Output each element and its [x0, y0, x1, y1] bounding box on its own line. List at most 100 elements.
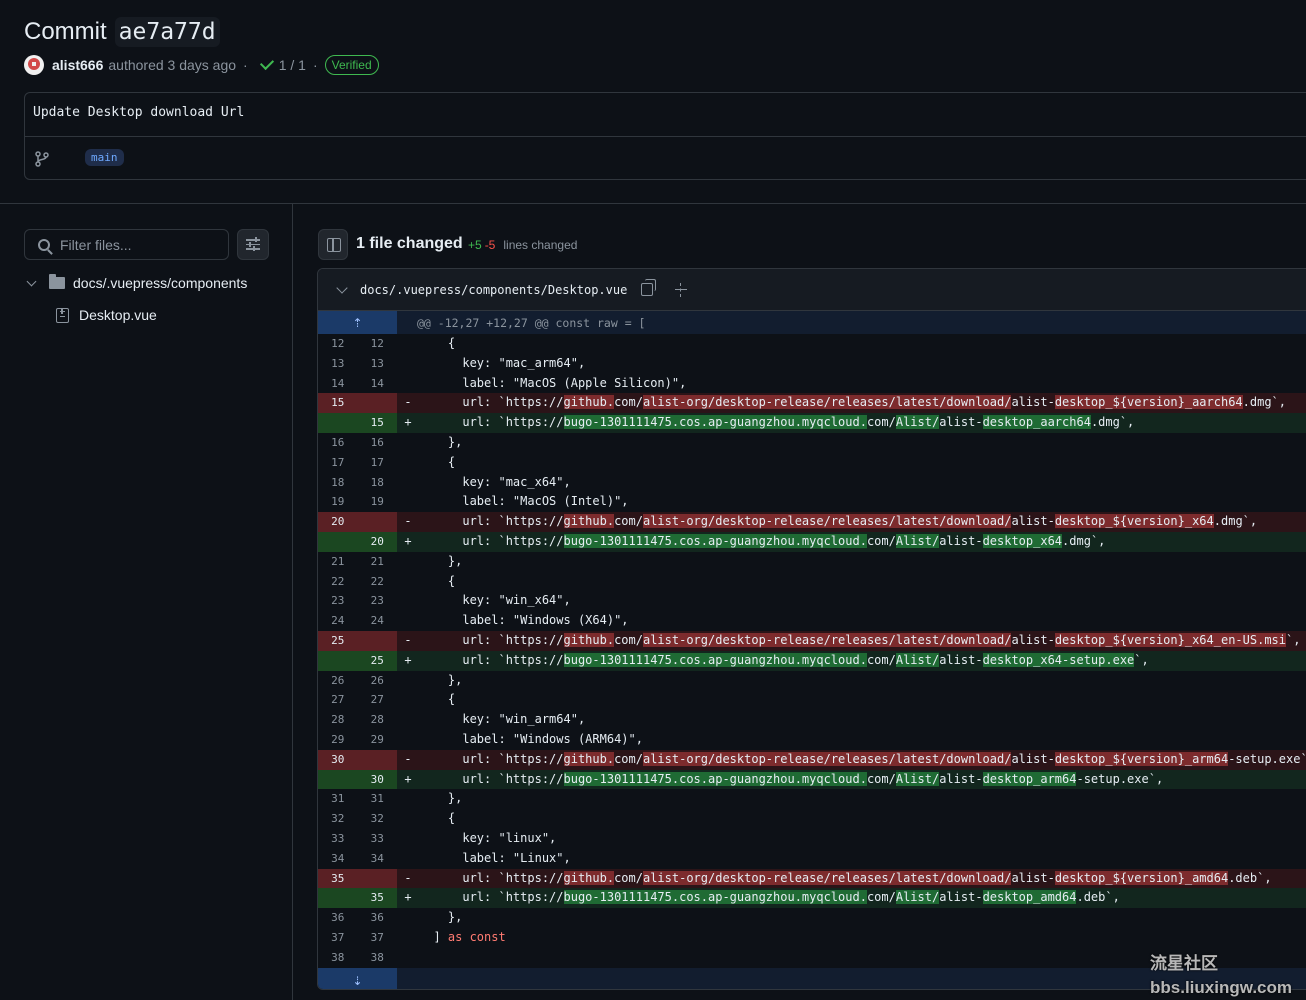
avatar[interactable]	[24, 55, 44, 75]
deleted-line[interactable]: 20 - url: `https://github.com/alist-org/d…	[318, 512, 1306, 532]
old-line-number[interactable]	[318, 650, 358, 671]
old-line-number[interactable]	[318, 531, 358, 552]
added-line[interactable]: 20 + url: `https://bugo-1301111475.cos.ap…	[318, 531, 1306, 552]
old-line-number[interactable]: 33	[318, 829, 358, 849]
new-line-number[interactable]: 30	[357, 769, 397, 790]
new-line-number[interactable]: 27	[358, 690, 398, 710]
deleted-line[interactable]: 35 - url: `https://github.com/alist-org/d…	[318, 868, 1306, 889]
expand-up-icon[interactable]: ⇡	[318, 311, 397, 334]
new-line-number[interactable]: 38	[358, 948, 398, 968]
old-line-number[interactable]	[318, 413, 358, 433]
new-line-number[interactable]: 23	[358, 591, 398, 611]
new-line-number[interactable]: 34	[358, 849, 398, 869]
new-line-number[interactable]: 24	[358, 611, 398, 631]
new-line-number[interactable]: 35	[357, 888, 397, 909]
context-line[interactable]: 13 13 key: "mac_arm64",	[318, 354, 1306, 374]
new-line-number[interactable]: 17	[358, 453, 398, 473]
new-line-number[interactable]: 19	[358, 492, 398, 512]
context-line[interactable]: 26 26 },	[318, 671, 1306, 691]
new-line-number[interactable]	[357, 393, 397, 414]
context-line[interactable]: 32 32 {	[318, 809, 1306, 829]
old-line-number[interactable]: 25	[318, 630, 358, 651]
added-line[interactable]: 35 + url: `https://bugo-1301111475.cos.ap…	[318, 888, 1306, 909]
old-line-number[interactable]: 38	[318, 948, 358, 968]
old-line-number[interactable]: 30	[318, 749, 358, 770]
context-line[interactable]: 36 36 },	[318, 908, 1306, 928]
expand-all-icon[interactable]	[675, 282, 688, 297]
added-line[interactable]: 25 + url: `https://bugo-1301111475.cos.ap…	[318, 650, 1306, 671]
old-line-number[interactable]: 35	[318, 868, 358, 889]
toggle-file-tree-button[interactable]	[318, 229, 348, 260]
new-line-number[interactable]: 21	[358, 552, 398, 572]
new-line-number[interactable]: 36	[358, 908, 398, 928]
context-line[interactable]: 33 33 key: "linux",	[318, 829, 1306, 849]
checks-count[interactable]: 1 / 1	[279, 57, 306, 73]
new-line-number[interactable]: 25	[357, 650, 397, 671]
file-tree-item[interactable]: Desktop.vue	[56, 304, 157, 326]
commit-sha[interactable]: ae7a77d	[114, 17, 220, 47]
context-line[interactable]: 27 27 {	[318, 690, 1306, 710]
context-line[interactable]: 21 21 },	[318, 552, 1306, 572]
new-line-number[interactable]: 18	[358, 473, 398, 493]
deleted-line[interactable]: 25 - url: `https://github.com/alist-org/d…	[318, 630, 1306, 651]
expand-down-icon[interactable]: ⇣	[318, 967, 397, 989]
new-line-number[interactable]: 15	[357, 413, 397, 433]
branch-badge[interactable]: main	[85, 149, 124, 166]
old-line-number[interactable]: 12	[318, 334, 358, 354]
old-line-number[interactable]: 36	[318, 908, 358, 928]
author-link[interactable]: alist666	[52, 57, 103, 73]
context-line[interactable]: 34 34 label: "Linux",	[318, 849, 1306, 869]
check-icon[interactable]	[259, 55, 274, 71]
filter-files-input[interactable]	[60, 236, 220, 253]
context-line[interactable]: 23 23 key: "win_x64",	[318, 591, 1306, 611]
verified-badge[interactable]: Verified	[324, 55, 379, 75]
context-line[interactable]: 12 12 {	[318, 334, 1306, 354]
context-line[interactable]: 37 37 ] as const	[318, 928, 1306, 948]
old-line-number[interactable]: 27	[318, 690, 358, 710]
context-line[interactable]: 14 14 label: "MacOS (Apple Silicon)",	[318, 374, 1306, 394]
new-line-number[interactable]: 22	[358, 572, 398, 592]
context-line[interactable]: 19 19 label: "MacOS (Intel)",	[318, 492, 1306, 512]
context-line[interactable]: 28 28 key: "win_arm64",	[318, 710, 1306, 730]
context-line[interactable]: 29 29 label: "Windows (ARM64)",	[318, 730, 1306, 750]
context-line[interactable]: 31 31 },	[318, 789, 1306, 809]
old-line-number[interactable]: 34	[318, 849, 358, 869]
old-line-number[interactable]: 17	[318, 453, 358, 473]
context-line[interactable]: 22 22 {	[318, 572, 1306, 592]
old-line-number[interactable]: 19	[318, 492, 358, 512]
new-line-number[interactable]: 12	[358, 334, 398, 354]
added-line[interactable]: 15 + url: `https://bugo-1301111475.cos.ap…	[318, 413, 1306, 433]
old-line-number[interactable]: 24	[318, 611, 358, 631]
old-line-number[interactable]: 21	[318, 552, 358, 572]
old-line-number[interactable]: 20	[318, 512, 358, 532]
new-line-number[interactable]: 37	[358, 928, 398, 948]
chevron-down-icon[interactable]	[336, 281, 348, 294]
old-line-number[interactable]: 18	[318, 473, 358, 493]
new-line-number[interactable]: 32	[358, 809, 398, 829]
file-path[interactable]: docs/.vuepress/components/Desktop.vue	[360, 283, 627, 297]
new-line-number[interactable]: 16	[358, 433, 398, 453]
old-line-number[interactable]: 32	[318, 809, 358, 829]
copy-icon[interactable]	[641, 279, 657, 296]
new-line-number[interactable]: 31	[358, 789, 398, 809]
deleted-line[interactable]: 15 - url: `https://github.com/alist-org/d…	[318, 393, 1306, 414]
context-line[interactable]: 24 24 label: "Windows (X64)",	[318, 611, 1306, 631]
old-line-number[interactable]: 31	[318, 789, 358, 809]
context-line[interactable]: 18 18 key: "mac_x64",	[318, 473, 1306, 493]
old-line-number[interactable]: 26	[318, 671, 358, 691]
context-line[interactable]: 17 17 {	[318, 453, 1306, 473]
new-line-number[interactable]: 28	[358, 710, 398, 730]
old-line-number[interactable]: 14	[318, 374, 358, 394]
old-line-number[interactable]: 23	[318, 591, 358, 611]
new-line-number[interactable]: 33	[358, 829, 398, 849]
file-tree-folder[interactable]: docs/.vuepress/components	[24, 272, 247, 294]
old-line-number[interactable]: 16	[318, 433, 358, 453]
new-line-number[interactable]: 13	[358, 354, 398, 374]
old-line-number[interactable]: 22	[318, 572, 358, 592]
old-line-number[interactable]	[318, 769, 358, 790]
deleted-line[interactable]: 30 - url: `https://github.com/alist-org/d…	[318, 749, 1306, 770]
old-line-number[interactable]: 37	[318, 928, 358, 948]
new-line-number[interactable]	[357, 630, 397, 651]
new-line-number[interactable]	[357, 749, 397, 770]
new-line-number[interactable]: 29	[358, 730, 398, 750]
